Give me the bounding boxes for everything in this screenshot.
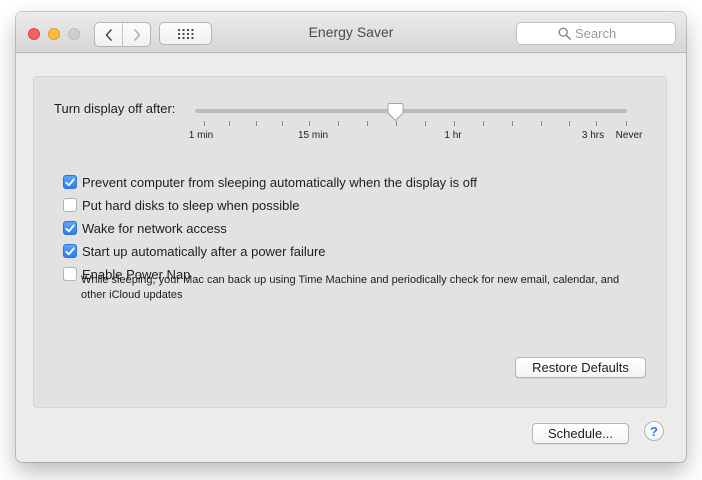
tick-label-3-hrs: 3 hrs bbox=[581, 130, 605, 141]
option-prevent-sleep[interactable]: Prevent computer from sleeping automatic… bbox=[63, 173, 477, 191]
start-after-power-failure-checkbox[interactable] bbox=[63, 244, 77, 258]
tick-label-1-min: 1 min bbox=[188, 130, 214, 141]
slider-tick bbox=[425, 121, 426, 126]
energy-saver-window: Energy Saver Turn display off after: bbox=[16, 12, 686, 462]
prevent-sleep-checkbox[interactable] bbox=[63, 175, 77, 189]
slider-tick bbox=[256, 121, 257, 126]
power-nap-checkbox[interactable] bbox=[63, 267, 77, 281]
slider-tick bbox=[454, 121, 455, 126]
slider-tick bbox=[596, 121, 597, 126]
tick-label-1-hr: 1 hr bbox=[444, 130, 462, 141]
slider-tick bbox=[483, 121, 484, 126]
slider-tick bbox=[367, 121, 368, 126]
restore-defaults-button[interactable]: Restore Defaults bbox=[515, 357, 646, 378]
settings-panel: Turn display off after: 1 min 15 min 1 h… bbox=[33, 76, 667, 408]
slider-tick bbox=[396, 121, 397, 126]
slider-tick bbox=[338, 121, 339, 126]
slider-tick bbox=[541, 121, 542, 126]
wake-network-checkbox[interactable] bbox=[63, 221, 77, 235]
schedule-button[interactable]: Schedule... bbox=[532, 423, 629, 444]
help-button[interactable]: ? bbox=[644, 421, 664, 441]
prevent-sleep-label: Prevent computer from sleeping automatic… bbox=[82, 174, 478, 190]
display-sleep-label: Turn display off after: bbox=[54, 101, 176, 116]
option-hard-disk-sleep[interactable]: Put hard disks to sleep when possible bbox=[63, 196, 300, 214]
power-nap-description: While sleeping, your Mac can back up usi… bbox=[81, 274, 620, 301]
checkmark-icon bbox=[65, 247, 75, 255]
slider-tick bbox=[282, 121, 283, 126]
tick-label-15-min: 15 min bbox=[297, 130, 329, 141]
checkmark-icon bbox=[65, 178, 75, 186]
search-field[interactable] bbox=[516, 22, 676, 45]
slider-tick bbox=[204, 121, 205, 126]
wake-network-label: Wake for network access bbox=[82, 220, 227, 236]
slider-tick bbox=[569, 121, 570, 126]
slider-tick bbox=[626, 121, 627, 126]
option-wake-network[interactable]: Wake for network access bbox=[63, 219, 227, 237]
slider-tick bbox=[512, 121, 513, 126]
start-after-power-failure-label: Start up automatically after a power fai… bbox=[82, 243, 326, 259]
tick-label-never: Never bbox=[615, 130, 643, 141]
search-icon bbox=[558, 27, 571, 40]
search-input[interactable] bbox=[575, 25, 670, 42]
checkmark-icon bbox=[65, 224, 75, 232]
display-sleep-slider-thumb[interactable] bbox=[387, 102, 404, 122]
title-bar: Energy Saver bbox=[16, 12, 686, 53]
option-start-after-power-failure[interactable]: Start up automatically after a power fai… bbox=[63, 242, 326, 260]
display-sleep-slider-track[interactable] bbox=[195, 109, 627, 113]
hard-disk-sleep-checkbox[interactable] bbox=[63, 198, 77, 212]
slider-tick bbox=[229, 121, 230, 126]
slider-tick bbox=[309, 121, 310, 126]
hard-disk-sleep-label: Put hard disks to sleep when possible bbox=[82, 197, 300, 213]
